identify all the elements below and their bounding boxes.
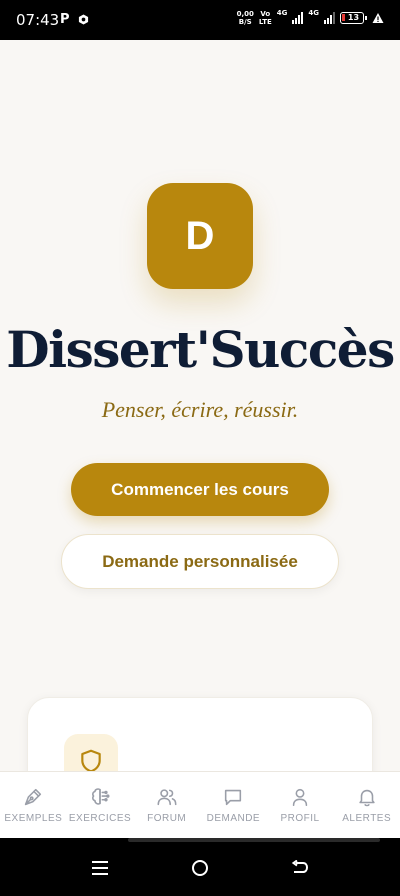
volte-indicator: Vo LTE: [259, 10, 272, 26]
pen-nib-icon: [25, 788, 42, 806]
start-courses-button[interactable]: Commencer les cours: [71, 463, 329, 516]
users-icon: [157, 789, 177, 806]
bottom-navigation: EXEMPLES EXERCICES FORUM DEMANDE PROFIL …: [0, 771, 400, 838]
system-navigation-bar: [0, 838, 400, 896]
nav-label-exercices: EXERCICES: [68, 813, 132, 824]
parking-notification-icon: P: [60, 12, 70, 27]
nav-label-demande: DEMANDE: [206, 813, 261, 824]
menu-icon: [92, 861, 108, 875]
bell-icon: [359, 789, 375, 807]
brain-icon: [92, 788, 110, 805]
nav-label-alertes: ALERTES: [342, 813, 392, 824]
nav-label-profil: PROFIL: [280, 813, 320, 824]
battery-icon: 13: [340, 12, 367, 24]
volte-top: Vo: [260, 10, 271, 18]
app-logo: D: [147, 183, 253, 289]
recent-apps-button[interactable]: [88, 858, 112, 878]
user-icon: [292, 788, 308, 807]
nav-label-exemples: EXEMPLES: [4, 813, 63, 824]
app-tagline: Penser, écrire, réussir.: [101, 397, 299, 422]
nav-label-forum: FORUM: [147, 813, 187, 824]
volte-bottom: LTE: [258, 18, 272, 26]
notification-icons: P: [60, 12, 89, 27]
status-bar: 07:43 P 0,00 B/S Vo LTE 4G 4G 13: [0, 0, 400, 40]
battery-level: 13: [347, 13, 360, 22]
back-arrow-icon: [291, 860, 309, 873]
nav-item-alertes[interactable]: ALERTES: [333, 772, 400, 838]
nav-item-forum[interactable]: FORUM: [133, 772, 200, 838]
app-screen: D Dissert'Succès Penser, écrire, réussir…: [0, 40, 400, 838]
network-speed: 0,00 B/S: [237, 10, 254, 26]
system-status-icons: 0,00 B/S Vo LTE 4G 4G 13: [237, 9, 384, 26]
message-square-icon: [225, 789, 242, 806]
sim1-network-type: 4G: [276, 9, 288, 17]
gesture-handle: [128, 838, 380, 842]
sim2-signal-icon: [324, 12, 335, 24]
logo-letter: D: [185, 213, 215, 258]
nav-item-exercices[interactable]: EXERCICES: [67, 772, 134, 838]
sim1-signal-icon: [292, 12, 304, 24]
home-button[interactable]: [188, 858, 212, 878]
status-time: 07:43: [16, 11, 60, 29]
hexagon-notification-icon: [78, 14, 88, 25]
nav-item-exemples[interactable]: EXEMPLES: [0, 772, 67, 838]
nav-item-demande[interactable]: DEMANDE: [200, 772, 267, 838]
home-circle-icon: [192, 860, 208, 876]
app-title: Dissert'Succès: [6, 320, 395, 379]
custom-request-button[interactable]: Demande personnalisée: [61, 534, 339, 589]
alert-triangle-icon: [372, 13, 384, 23]
back-button[interactable]: [288, 858, 312, 878]
nav-item-profil[interactable]: PROFIL: [267, 772, 334, 838]
network-speed-value: 0,00: [236, 10, 254, 18]
sim2-network-type: 4G: [308, 9, 319, 17]
network-speed-unit: B/S: [238, 18, 252, 26]
